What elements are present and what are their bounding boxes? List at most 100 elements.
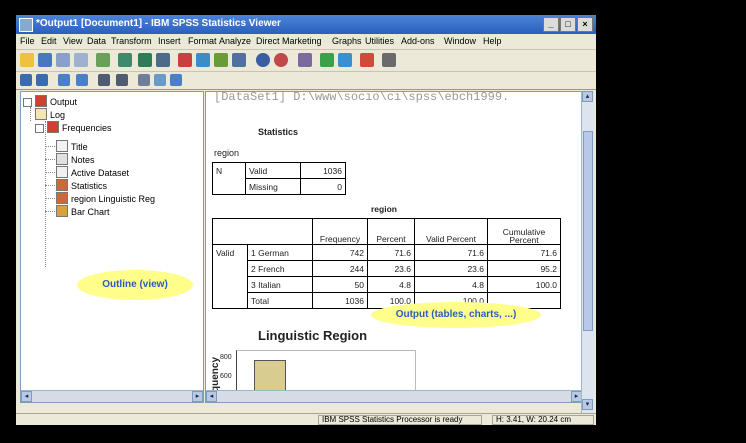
output-vertical-scrollbar[interactable]: ▴ ▾: [581, 91, 594, 413]
maximize-button[interactable]: □: [560, 17, 576, 32]
tree-line: [30, 107, 31, 121]
recall-dialog-icon[interactable]: [118, 53, 132, 67]
scroll-left-icon[interactable]: ◂: [206, 391, 217, 402]
row-label: 1 German: [247, 244, 313, 261]
menu-add-ons[interactable]: Add-ons: [401, 36, 435, 46]
frequency-table: Frequency Percent Valid Percent Cumulati…: [212, 218, 561, 309]
menu-view[interactable]: View: [63, 36, 82, 46]
tree-label: region Linguistic Reg: [71, 194, 156, 204]
dimensions-status: H: 3.41, W: 20.24 cm: [492, 415, 594, 425]
scripting-icon[interactable]: [298, 53, 312, 67]
insert-heading-icon[interactable]: [138, 74, 150, 86]
minimize-button[interactable]: _: [543, 17, 559, 32]
menu-edit[interactable]: Edit: [41, 36, 57, 46]
freq-group-blank: [212, 292, 248, 309]
scroll-left-icon[interactable]: ◂: [21, 391, 32, 402]
tree-item-frequencies[interactable]: Frequencies: [35, 121, 112, 133]
tree-item-output[interactable]: Output: [23, 95, 77, 107]
show-all-variables-icon[interactable]: [338, 53, 352, 67]
spss-app-icon: [19, 18, 33, 32]
scroll-thumb[interactable]: [583, 131, 593, 331]
output-folder-icon: [35, 95, 47, 107]
insert-title-icon[interactable]: [154, 74, 166, 86]
goto-variable-icon[interactable]: [214, 53, 228, 67]
menu-direct-marketing[interactable]: Direct Marketing: [256, 36, 322, 46]
menu-file[interactable]: File: [20, 36, 35, 46]
valid-percent-cell: 23.6: [414, 260, 488, 277]
tree-item-statistics[interactable]: Statistics: [56, 179, 107, 191]
output-horizontal-scrollbar[interactable]: ◂ ▸: [206, 390, 582, 402]
active-dataset-icon: [56, 166, 68, 178]
status-bar: IBM SPSS Statistics Processor is ready H…: [16, 413, 596, 425]
tree-item-bar-chart[interactable]: Bar Chart: [56, 205, 110, 217]
print-icon[interactable]: [56, 53, 70, 67]
variables-icon[interactable]: [232, 53, 246, 67]
designate-window-icon[interactable]: [274, 53, 288, 67]
hide-icon[interactable]: [116, 74, 128, 86]
redo-icon[interactable]: [156, 53, 170, 67]
percent-cell: 23.6: [367, 260, 415, 277]
menu-data[interactable]: Data: [87, 36, 106, 46]
promote-icon[interactable]: [20, 74, 32, 86]
menu-analyze[interactable]: Analyze: [219, 36, 251, 46]
tree-item-notes[interactable]: Notes: [56, 153, 95, 165]
scroll-down-icon[interactable]: ▾: [582, 399, 593, 410]
tree-label: Bar Chart: [71, 207, 110, 217]
row-label: 3 Italian: [247, 276, 313, 293]
valid-percent-cell: 71.6: [414, 244, 488, 261]
show-icon[interactable]: [98, 74, 110, 86]
outline-pane[interactable]: Output Log Frequencies Title Notes Activ…: [20, 91, 204, 403]
menu-format[interactable]: Format: [188, 36, 217, 46]
expand-icon[interactable]: [58, 74, 70, 86]
tree-line: [45, 172, 55, 173]
menu-transform[interactable]: Transform: [111, 36, 152, 46]
freq-group-blank: [212, 276, 248, 293]
use-sets-icon[interactable]: [256, 53, 270, 67]
table-row: Valid 1 German 742 71.6 71.6 71.6: [212, 244, 561, 261]
export-icon[interactable]: [96, 53, 110, 67]
freq-group-label: Valid: [212, 244, 248, 261]
outline-horizontal-scrollbar[interactable]: ◂ ▸: [21, 390, 203, 402]
goto-case-icon[interactable]: [196, 53, 210, 67]
demote-icon[interactable]: [36, 74, 48, 86]
goto-data-icon[interactable]: [178, 53, 192, 67]
scroll-right-icon[interactable]: ▸: [192, 391, 203, 402]
tree-line: [45, 198, 55, 199]
collapse-icon[interactable]: [76, 74, 88, 86]
expand-minus-icon[interactable]: [35, 124, 44, 133]
cumulative-percent-cell: 95.2: [487, 260, 561, 277]
print-preview-icon[interactable]: [74, 53, 88, 67]
tree-item-title[interactable]: Title: [56, 140, 88, 152]
stats-n-blank: [212, 178, 246, 195]
open-icon[interactable]: [20, 53, 34, 67]
freq-header: Frequency: [312, 218, 368, 245]
insert-text-icon[interactable]: [170, 74, 182, 86]
tree-item-log[interactable]: Log: [35, 108, 65, 120]
expand-minus-icon[interactable]: [23, 98, 32, 107]
tree-item-region[interactable]: region Linguistic Reg: [56, 192, 155, 204]
output-pane[interactable]: [DataSet1] D:\www\socio\ci\spss\ebch1999…: [205, 91, 583, 403]
menu-insert[interactable]: Insert: [158, 36, 181, 46]
table-row: 3 Italian 50 4.8 4.8 100.0: [212, 276, 561, 293]
save-icon[interactable]: [38, 53, 52, 67]
undo-icon[interactable]: [138, 53, 152, 67]
close-button[interactable]: ×: [577, 17, 593, 32]
menu-window[interactable]: Window: [444, 36, 476, 46]
stats-missing-value: 0: [300, 178, 346, 195]
scroll-up-icon[interactable]: ▴: [582, 91, 593, 102]
title-bar[interactable]: *Output1 [Document1] - IBM SPSS Statisti…: [16, 15, 596, 34]
row-label: 2 French: [247, 260, 313, 277]
menu-graphs[interactable]: Graphs: [332, 36, 362, 46]
tree-label: Notes: [71, 155, 95, 165]
spell-check-icon[interactable]: [360, 53, 374, 67]
menu-help[interactable]: Help: [483, 36, 502, 46]
menu-bar: File Edit View Data Transform Insert For…: [16, 34, 596, 50]
table-row: 2 French 244 23.6 23.6 95.2: [212, 260, 561, 277]
tree-label: Statistics: [71, 181, 108, 191]
tree-line: [45, 185, 55, 186]
select-last-output-icon[interactable]: [320, 53, 334, 67]
tree-label: Active Dataset: [71, 168, 130, 178]
tree-item-active-dataset[interactable]: Active Dataset: [56, 166, 129, 178]
custom-dialog-icon[interactable]: [382, 53, 396, 67]
menu-utilities[interactable]: Utilities: [365, 36, 394, 46]
